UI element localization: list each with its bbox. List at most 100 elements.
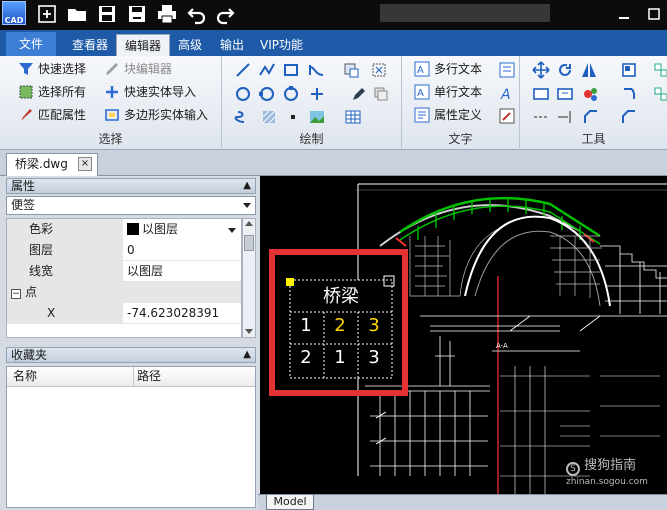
prop-row-layer[interactable]: 图层 0	[7, 240, 241, 261]
table-icon[interactable]	[344, 108, 362, 126]
tab-vip[interactable]: VIP功能	[252, 34, 311, 56]
pin-icon[interactable]: ▲	[243, 348, 251, 362]
prop-value[interactable]: 以图层	[124, 219, 241, 240]
tab-advanced[interactable]: 高级	[170, 34, 210, 56]
tab-viewer[interactable]: 查看器	[64, 34, 116, 56]
scroll-down-icon[interactable]	[245, 329, 253, 334]
brush-icon	[21, 109, 32, 121]
region-icon[interactable]	[370, 61, 388, 79]
close-document-button[interactable]: ×	[78, 157, 92, 171]
scroll-thumb[interactable]	[244, 235, 254, 251]
ellipse-icon[interactable]	[258, 85, 276, 103]
stext-button[interactable]: A 单行文本	[414, 82, 482, 102]
ribbon-panel: 快速选择 块编辑器 选择所有 快速实体导入 匹配属性 多边形实体输入 选择 绘制…	[0, 56, 667, 150]
text-style-icon[interactable]	[498, 61, 516, 79]
circle-icon[interactable]	[234, 85, 252, 103]
watermark-logo-icon: S	[566, 462, 580, 476]
color-picker-icon[interactable]	[582, 85, 600, 103]
copy-dropdown-icon[interactable]	[372, 85, 390, 103]
mirror-icon[interactable]	[580, 61, 598, 79]
stretch-icon[interactable]	[532, 85, 550, 103]
properties-scrollbar[interactable]	[242, 218, 256, 338]
object-type-select[interactable]: 便签	[6, 196, 256, 215]
tab-editor[interactable]: 编辑器	[116, 34, 171, 56]
print-icon[interactable]	[156, 3, 178, 25]
rectangle-icon[interactable]	[282, 61, 300, 79]
tab-output[interactable]: 输出	[212, 34, 252, 56]
helix-icon[interactable]	[234, 108, 252, 126]
trim-icon[interactable]	[556, 108, 574, 126]
prop-category-point[interactable]: − 点	[7, 282, 241, 303]
svg-text:A: A	[417, 65, 424, 76]
pencil-icon[interactable]	[350, 85, 368, 103]
block-insert-icon[interactable]	[620, 61, 638, 79]
polygon-solid-input-button[interactable]: 多边形实体输入	[104, 105, 208, 125]
save-as-icon[interactable]	[126, 3, 148, 25]
match-props-label: 匹配属性	[38, 108, 87, 122]
dotted-line-icon[interactable]	[532, 108, 550, 126]
rotate-icon[interactable]	[556, 61, 574, 79]
quick-solid-import-button[interactable]: 快速实体导入	[104, 82, 196, 102]
scale-icon[interactable]	[556, 85, 574, 103]
column-path[interactable]: 路径	[137, 367, 161, 386]
new-file-icon[interactable]	[36, 3, 58, 25]
attdef-icon	[414, 107, 430, 123]
attdef-label: 属性定义	[434, 108, 483, 122]
ribbon-tab-bar: 文件 查看器 编辑器 高级 输出 VIP功能	[0, 30, 667, 56]
undo-icon[interactable]	[186, 3, 208, 25]
prop-value-text: 以图层	[142, 222, 179, 236]
prop-value[interactable]: 以图层	[124, 261, 241, 282]
minimize-icon[interactable]	[616, 6, 632, 22]
point-icon[interactable]	[308, 85, 326, 103]
prop-row-color[interactable]: 色彩 以图层	[7, 219, 241, 240]
open-folder-icon[interactable]	[66, 3, 88, 25]
pin-icon[interactable]: ▲	[243, 179, 251, 193]
attdef-button[interactable]: 属性定义	[414, 105, 482, 125]
tool-extra-icon[interactable]	[652, 61, 667, 79]
prop-value[interactable]: 0	[124, 240, 241, 261]
prop-name: 线宽	[7, 261, 123, 282]
favorites-panel-title: 收藏夹 ▲	[6, 347, 256, 363]
tool-extra2-icon[interactable]	[652, 85, 667, 103]
stext-label: 单行文本	[434, 85, 483, 99]
maximize-icon[interactable]	[646, 6, 662, 22]
save-icon[interactable]	[96, 3, 118, 25]
fillet-icon[interactable]	[622, 85, 640, 103]
polygon-solid-input-label: 多边形实体输入	[124, 108, 209, 122]
scroll-up-icon[interactable]	[245, 221, 253, 226]
block-editor-button[interactable]: 块编辑器	[104, 59, 172, 79]
prop-row-lineweight[interactable]: 线宽 以图层	[7, 261, 241, 282]
line-icon[interactable]	[234, 61, 252, 79]
app-logo[interactable]: CAD	[2, 1, 26, 25]
prop-row-x[interactable]: X -74.623028391	[7, 303, 241, 324]
hatch-icon[interactable]	[342, 61, 360, 79]
text-a-icon[interactable]: A	[498, 84, 516, 102]
polyline-icon[interactable]	[258, 61, 276, 79]
collapse-icon[interactable]: −	[11, 289, 21, 299]
extend-icon[interactable]	[620, 108, 638, 126]
group-tools: 工具	[520, 56, 667, 150]
select-all-button[interactable]: 选择所有	[18, 82, 86, 102]
favorites-list: 名称 路径	[6, 366, 256, 508]
document-tab-strip: 桥梁.dwg ×	[0, 150, 667, 176]
move-icon[interactable]	[532, 61, 550, 79]
tab-model[interactable]: Model	[266, 495, 314, 510]
chamfer-icon[interactable]	[582, 108, 600, 126]
spline-icon[interactable]	[308, 61, 326, 79]
quick-select-button[interactable]: 快速选择	[18, 59, 86, 79]
tab-file[interactable]: 文件	[6, 32, 56, 56]
column-name[interactable]: 名称	[13, 367, 37, 386]
group-draw-label: 绘制	[299, 132, 324, 146]
watermark: S 搜狗指南 zhinan.sogou.com	[566, 454, 648, 487]
chevron-down-icon[interactable]	[228, 228, 236, 233]
mtext-button[interactable]: A 多行文本	[414, 59, 482, 79]
text-edit-icon[interactable]	[498, 107, 516, 125]
prop-value[interactable]: -74.623028391	[124, 303, 241, 324]
dot-icon[interactable]	[284, 108, 302, 126]
match-props-button[interactable]: 匹配属性	[18, 105, 86, 125]
gradient-hatch-icon[interactable]	[260, 108, 278, 126]
image-icon[interactable]	[308, 108, 326, 126]
arc-icon[interactable]	[282, 85, 300, 103]
polygon-icon	[105, 109, 119, 121]
redo-icon[interactable]	[214, 3, 236, 25]
